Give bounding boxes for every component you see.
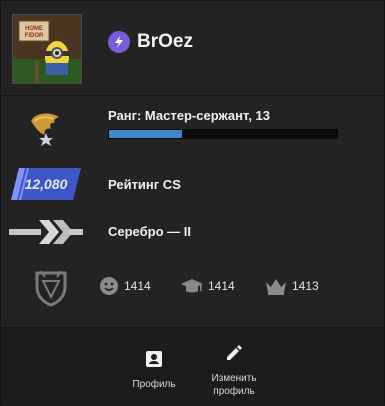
cs-rating-badge[interactable]: 12,080	[11, 168, 81, 200]
leader-stat: 1413	[265, 276, 319, 296]
edit-profile-button-label: Изменить профиль	[211, 373, 257, 397]
divider	[1, 95, 384, 96]
crown-icon	[266, 279, 286, 295]
profile-header: HOME FIDOR BrOez	[1, 1, 384, 95]
friendly-count: 1414	[124, 279, 151, 293]
xp-progress-bar	[108, 129, 338, 139]
edit-profile-button[interactable]: Изменить профиль	[194, 328, 274, 406]
silver-chevrons-icon	[9, 218, 83, 251]
service-medal-icon	[31, 267, 71, 312]
avatar-sign-line1: HOME	[25, 26, 43, 32]
leader-count: 1413	[292, 279, 319, 293]
pencil-icon	[225, 344, 243, 367]
prime-lightning-icon	[108, 31, 130, 53]
eagle-star-icon	[25, 109, 67, 156]
action-bar: Профиль Изменить профиль	[1, 327, 384, 406]
skill-group-label: Серебро — II	[108, 224, 191, 239]
avatar[interactable]: HOME FIDOR	[12, 14, 82, 84]
profile-card-icon	[145, 350, 163, 373]
graduation-cap-icon	[181, 279, 203, 293]
avatar-sign-line2: FIDOR	[25, 33, 44, 39]
teacher-stat: 1414	[181, 276, 235, 296]
cs-rating-label: Рейтинг CS	[108, 177, 181, 192]
cs-rating-value: 12,080	[24, 176, 68, 192]
xp-progress-fill	[109, 130, 182, 138]
player-card: HOME FIDOR BrOez Ранг: Мастер-сержант, 1…	[0, 0, 385, 406]
avatar-image: HOME FIDOR	[13, 15, 81, 83]
friendly-stat: 1414	[99, 276, 151, 296]
profile-button[interactable]: Профиль	[114, 328, 194, 406]
profile-button-label: Профиль	[132, 379, 176, 390]
rank-label: Ранг: Мастер-сержант, 13	[108, 108, 271, 123]
username[interactable]: BrOez	[137, 31, 193, 53]
username-wrap: BrOez	[108, 31, 193, 53]
teacher-count: 1414	[208, 279, 235, 293]
smile-icon	[100, 277, 118, 295]
